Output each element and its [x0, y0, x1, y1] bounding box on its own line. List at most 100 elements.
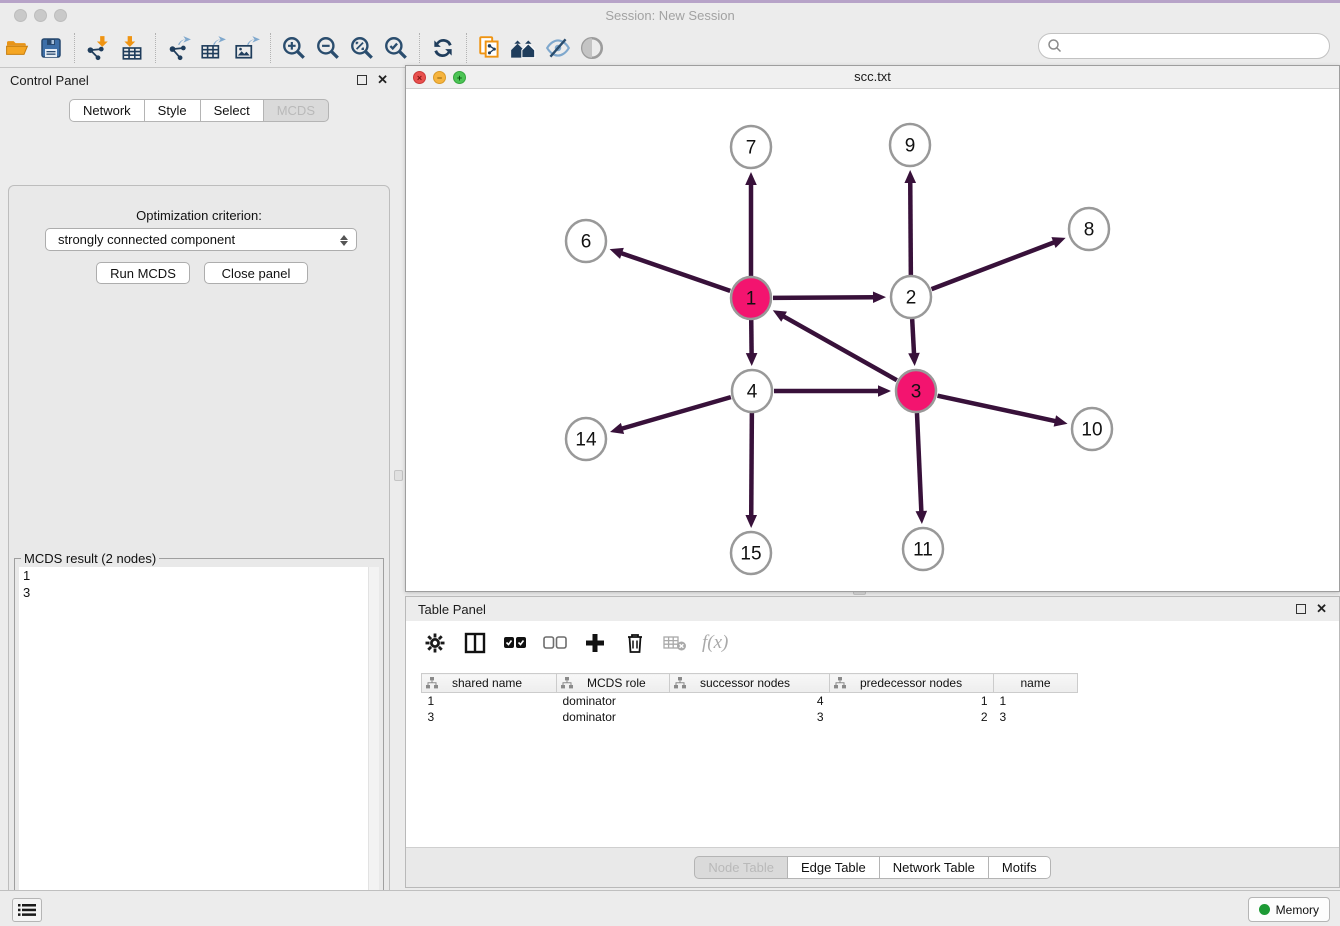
vertical-splitter-handle[interactable] — [394, 470, 403, 481]
graph-node-label-10: 10 — [1081, 420, 1102, 441]
show-columns-icon[interactable] — [462, 630, 488, 656]
float-panel-icon[interactable] — [357, 75, 367, 85]
function-builder-icon[interactable]: f(x) — [702, 632, 728, 654]
graph-node-label-3: 3 — [911, 382, 922, 403]
graph-edge-2-3[interactable] — [912, 319, 914, 355]
graph-edge-4-14[interactable] — [621, 397, 731, 429]
search-input[interactable] — [1068, 39, 1329, 54]
tab-motifs[interactable]: Motifs — [989, 856, 1051, 879]
zoom-selected-icon[interactable] — [379, 32, 413, 64]
tab-select[interactable]: Select — [201, 99, 264, 122]
table-row[interactable]: 1 dominator 4 1 1 — [422, 693, 1078, 709]
delete-table-icon[interactable] — [662, 630, 688, 656]
float-table-panel-icon[interactable] — [1296, 604, 1306, 614]
maximize-window-button[interactable] — [54, 9, 67, 22]
graph-edge-3-1[interactable] — [782, 316, 896, 381]
tab-edge-table[interactable]: Edge Table — [788, 856, 880, 879]
cell-predecessor-nodes[interactable]: 1 — [830, 693, 994, 709]
show-all-icon[interactable] — [575, 32, 609, 64]
task-history-button[interactable] — [12, 898, 42, 922]
unselect-all-icon[interactable] — [542, 630, 568, 656]
network-canvas[interactable]: 7968124314101511 — [406, 89, 1339, 591]
search-field[interactable] — [1038, 33, 1330, 59]
memory-status-icon — [1259, 904, 1270, 915]
apply-layout-icon[interactable] — [426, 32, 460, 64]
graph-edge-2-8[interactable] — [932, 242, 1056, 289]
column-header-mcds-role[interactable]: MCDS role — [557, 674, 670, 693]
network-minimize-icon[interactable]: − — [433, 71, 446, 84]
close-panel-icon[interactable]: ✕ — [377, 72, 388, 88]
tab-network[interactable]: Network — [69, 99, 145, 122]
cell-mcds-role[interactable]: dominator — [557, 693, 670, 709]
graph-node-label-9: 9 — [905, 136, 916, 157]
mcds-result-textarea[interactable]: 1 3 — [19, 567, 379, 926]
network-maximize-icon[interactable]: + — [453, 71, 466, 84]
select-all-icon[interactable] — [502, 630, 528, 656]
tab-style[interactable]: Style — [145, 99, 201, 122]
tab-node-table[interactable]: Node Table — [694, 856, 788, 879]
column-header-successor-nodes[interactable]: successor nodes — [670, 674, 830, 693]
control-panel-tabs: Network Style Select MCDS — [0, 99, 398, 122]
network-graph: 7968124314101511 — [406, 89, 1339, 591]
delete-row-icon[interactable] — [622, 630, 648, 656]
close-panel-button[interactable]: Close panel — [204, 262, 308, 284]
app-titlebar: Session: New Session — [0, 3, 1340, 28]
graph-edge-arrowhead — [746, 353, 758, 366]
graph-node-label-1: 1 — [746, 289, 757, 310]
column-header-shared-name[interactable]: shared name — [422, 674, 557, 693]
add-row-icon[interactable] — [582, 630, 608, 656]
selected-criterion: strongly connected component — [58, 232, 235, 247]
cell-mcds-role[interactable]: dominator — [557, 709, 670, 725]
zoom-fit-icon[interactable] — [345, 32, 379, 64]
minimize-window-button[interactable] — [34, 9, 47, 22]
graph-edge-arrowhead — [1051, 237, 1065, 248]
import-network-icon[interactable] — [81, 32, 115, 64]
optimization-criterion-select[interactable]: strongly connected component — [45, 228, 357, 251]
mcds-result-line: 3 — [19, 584, 379, 601]
mcds-result-group: MCDS result (2 nodes) 1 3 — [14, 558, 384, 926]
cell-successor-nodes[interactable]: 3 — [670, 709, 830, 725]
save-session-icon[interactable] — [34, 32, 68, 64]
cell-predecessor-nodes[interactable]: 2 — [830, 709, 994, 725]
import-table-icon[interactable] — [115, 32, 149, 64]
export-network-icon[interactable] — [162, 32, 196, 64]
cell-name[interactable]: 3 — [994, 709, 1078, 725]
network-close-icon[interactable]: × — [413, 71, 426, 84]
tab-network-table[interactable]: Network Table — [880, 856, 989, 879]
export-table-icon[interactable] — [196, 32, 230, 64]
cell-successor-nodes[interactable]: 4 — [670, 693, 830, 709]
new-network-from-selection-icon[interactable] — [473, 32, 507, 64]
column-header-name[interactable]: name — [994, 674, 1078, 693]
memory-button[interactable]: Memory — [1248, 897, 1330, 922]
run-mcds-button[interactable]: Run MCDS — [96, 262, 190, 284]
column-header-predecessor-nodes[interactable]: predecessor nodes — [830, 674, 994, 693]
graph-edge-arrowhead — [904, 170, 916, 183]
close-table-panel-icon[interactable]: ✕ — [1316, 601, 1327, 617]
table-row[interactable]: 3 dominator 3 2 3 — [422, 709, 1078, 725]
window-title: Session: New Session — [0, 3, 1340, 28]
graph-edge-2-9[interactable] — [910, 181, 911, 275]
result-scrollbar[interactable] — [368, 567, 379, 926]
cell-shared-name[interactable]: 3 — [422, 709, 557, 725]
graph-edge-3-10[interactable] — [938, 396, 1057, 422]
graph-edge-arrowhead — [610, 423, 624, 434]
graph-edge-4-15[interactable] — [751, 413, 752, 517]
cell-shared-name[interactable]: 1 — [422, 693, 557, 709]
graph-edge-arrowhead — [916, 511, 928, 524]
graph-edge-1-2[interactable] — [773, 297, 875, 298]
network-window-titlebar[interactable]: × − + scc.txt — [406, 66, 1339, 89]
export-image-icon[interactable] — [230, 32, 264, 64]
first-neighbors-icon[interactable] — [507, 32, 541, 64]
graph-edge-1-6[interactable] — [620, 253, 730, 291]
table-settings-icon[interactable] — [422, 630, 448, 656]
tree-icon — [834, 677, 846, 689]
zoom-in-icon[interactable] — [277, 32, 311, 64]
hide-selected-icon[interactable] — [541, 32, 575, 64]
graph-node-label-7: 7 — [746, 138, 757, 159]
tab-mcds[interactable]: MCDS — [264, 99, 329, 122]
cell-name[interactable]: 1 — [994, 693, 1078, 709]
zoom-out-icon[interactable] — [311, 32, 345, 64]
graph-edge-3-11[interactable] — [917, 413, 921, 513]
open-file-icon[interactable] — [0, 32, 34, 64]
close-window-button[interactable] — [14, 9, 27, 22]
